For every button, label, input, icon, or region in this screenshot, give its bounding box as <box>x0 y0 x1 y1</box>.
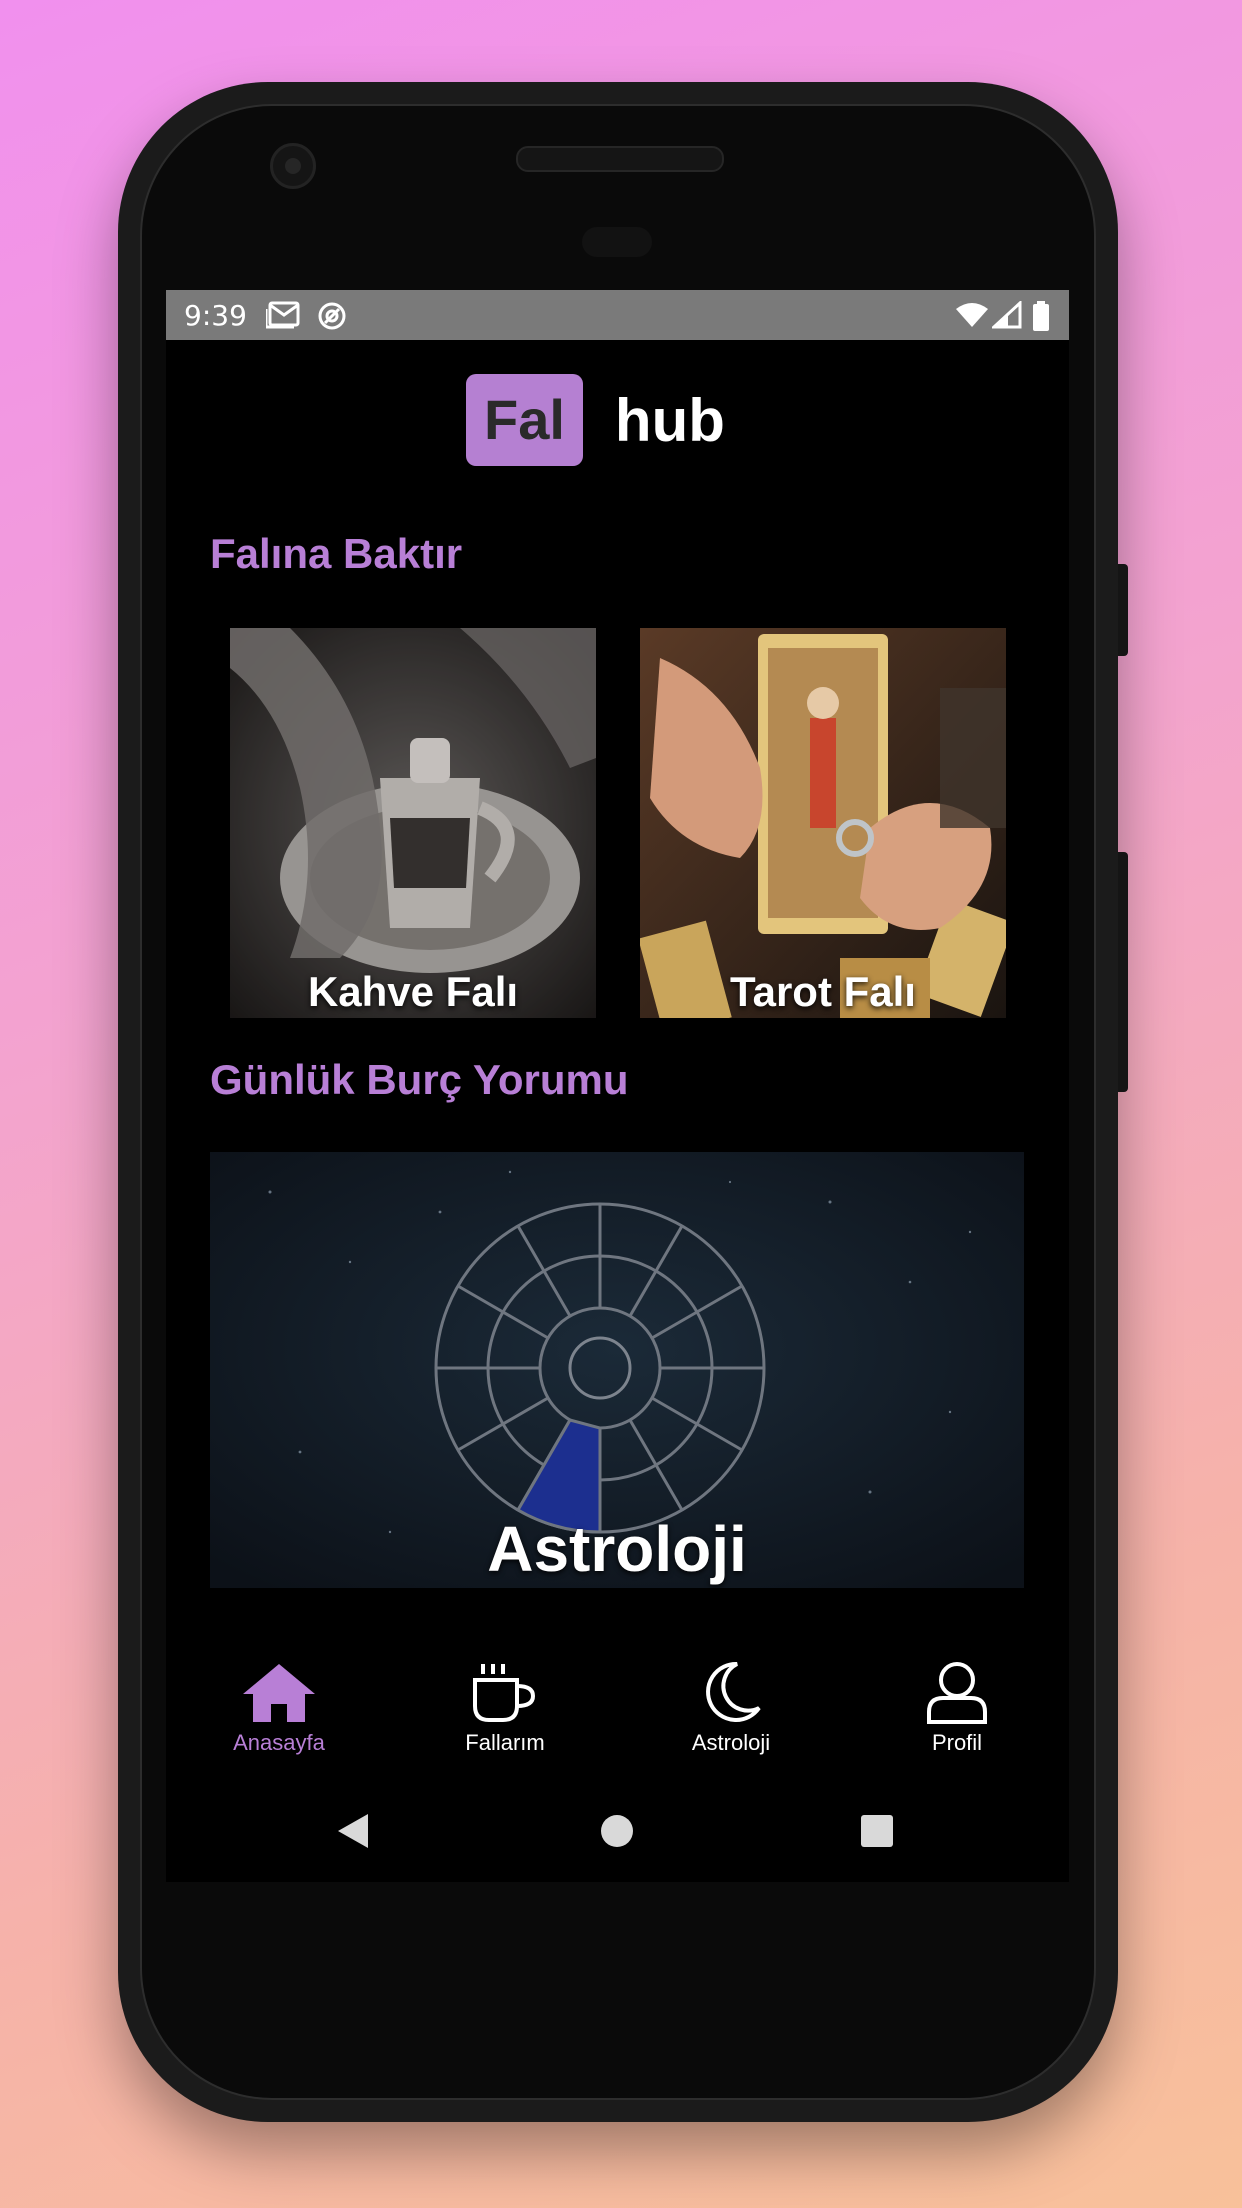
home-icon <box>243 1664 315 1722</box>
volume-button <box>1118 564 1128 656</box>
coffee-fortune-card[interactable]: Kahve Falı <box>230 628 596 1018</box>
tarot-cards-illustration <box>640 628 1006 1018</box>
nav-label-home: Anasayfa <box>233 1730 325 1755</box>
nav-label-astrology: Astroloji <box>691 1730 771 1755</box>
gmail-icon <box>264 301 300 333</box>
recents-icon[interactable] <box>860 1814 894 1848</box>
nav-item-fortunes[interactable]: Fallarım <box>425 1660 585 1756</box>
battery-icon <box>1032 301 1050 335</box>
coffee-cup-icon <box>473 1664 536 1722</box>
sync-icon <box>316 301 348 335</box>
power-button <box>1118 852 1128 1092</box>
astrology-card[interactable]: Astroloji <box>210 1152 1024 1588</box>
section-title-horoscope: Günlük Burç Yorumu <box>210 1056 629 1103</box>
logo-box: Fal <box>466 374 583 466</box>
proximity-sensor <box>582 227 652 257</box>
coffee-cup-illustration <box>230 628 596 1018</box>
app-logo: Fal hub <box>466 372 725 468</box>
nav-label-fortunes: Fallarım <box>465 1730 545 1755</box>
app-screen: 9:39 Fal hub Falına Baktır Kahve Falı Ta… <box>166 290 1069 1882</box>
nav-label-profile: Profil <box>931 1730 983 1755</box>
nav-item-profile[interactable]: Profil <box>877 1660 1037 1756</box>
logo-text: hub <box>614 386 725 454</box>
status-bar: 9:39 <box>166 290 1069 340</box>
wifi-icon <box>954 301 990 333</box>
home-circle-icon[interactable] <box>600 1814 634 1848</box>
coffee-fortune-label: Kahve Falı <box>307 968 519 1015</box>
tarot-fortune-card[interactable]: Tarot Falı <box>640 628 1006 1018</box>
astrology-label: Astroloji <box>487 1513 747 1585</box>
system-navigation-bar <box>166 1790 1069 1880</box>
nav-item-astrology[interactable]: Astroloji <box>651 1660 811 1756</box>
section-title-fortune: Falına Baktır <box>210 530 463 577</box>
earpiece-speaker <box>516 146 724 172</box>
back-icon[interactable] <box>336 1812 370 1850</box>
status-time: 9:39 <box>184 299 247 332</box>
front-camera <box>270 143 316 189</box>
moon-icon <box>706 1661 761 1722</box>
user-icon <box>927 1662 987 1724</box>
bottom-navigation: Anasayfa Fallarım Astroloji Profil <box>166 1660 1069 1780</box>
nav-item-home[interactable]: Anasayfa <box>199 1660 359 1756</box>
tarot-fortune-label: Tarot Falı <box>730 968 916 1015</box>
signal-icon <box>990 299 1022 333</box>
